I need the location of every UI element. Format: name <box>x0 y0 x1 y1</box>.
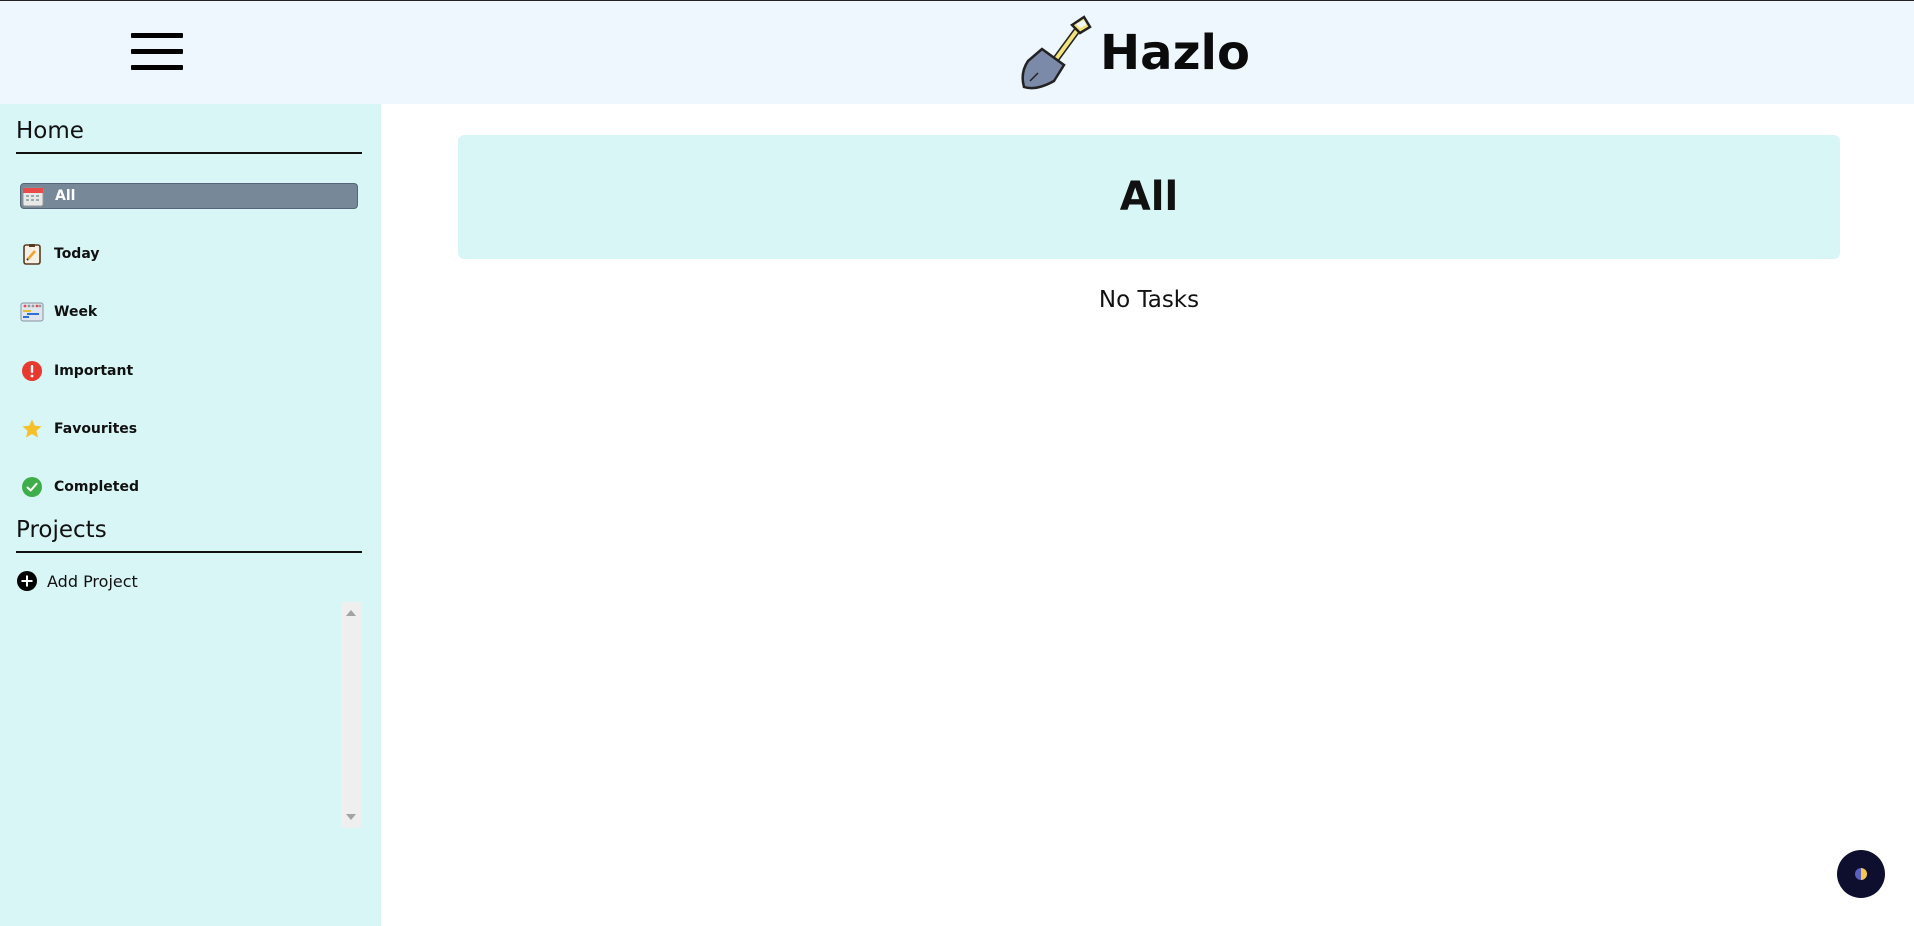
sidebar-item-completed[interactable]: Completed <box>20 474 358 500</box>
week-planner-icon <box>20 300 44 324</box>
main-header-card: All <box>458 135 1840 259</box>
app-title: Hazlo <box>1100 25 1250 81</box>
sidebar-item-all[interactable]: All <box>20 183 358 209</box>
add-project-label: Add Project <box>47 571 138 591</box>
sidebar-item-important[interactable]: Important <box>20 358 358 384</box>
home-section-title: Home <box>16 118 362 154</box>
scroll-up-arrow[interactable] <box>346 610 356 616</box>
theme-toggle-button[interactable] <box>1837 850 1885 898</box>
calendar-icon <box>21 184 45 208</box>
shovel-icon <box>1021 15 1092 90</box>
hamburger-icon[interactable] <box>131 33 183 73</box>
sidebar-item-label: Completed <box>54 479 140 495</box>
sidebar-item-favourites[interactable]: Favourites <box>20 416 358 442</box>
star-icon <box>20 417 44 441</box>
clipboard-icon <box>20 242 44 266</box>
sidebar-item-week[interactable]: Week <box>20 299 358 325</box>
top-bar: Hazlo <box>0 0 1914 104</box>
empty-state-message: No Tasks <box>1098 287 1200 313</box>
projects-scrollbar[interactable] <box>341 602 361 828</box>
sidebar-item-label: Favourites <box>54 421 138 437</box>
sidebar-item-label: All <box>55 188 76 204</box>
plus-circle-icon <box>17 571 37 591</box>
brand: Hazlo <box>1018 15 1250 91</box>
sidebar-item-today[interactable]: Today <box>20 241 358 267</box>
page-title: All <box>1119 174 1179 220</box>
sidebar-item-label: Today <box>54 246 100 262</box>
projects-section-title: Projects <box>16 517 362 553</box>
sidebar-item-label: Important <box>54 363 134 379</box>
add-project-button[interactable]: Add Project <box>16 570 138 592</box>
check-circle-icon <box>20 475 44 499</box>
sidebar: Home All Today Week Important Favourites… <box>0 104 381 926</box>
exclamation-icon <box>20 359 44 383</box>
scroll-down-arrow[interactable] <box>346 814 356 820</box>
sidebar-item-label: Week <box>54 304 98 320</box>
half-moon-icon <box>1855 868 1867 880</box>
